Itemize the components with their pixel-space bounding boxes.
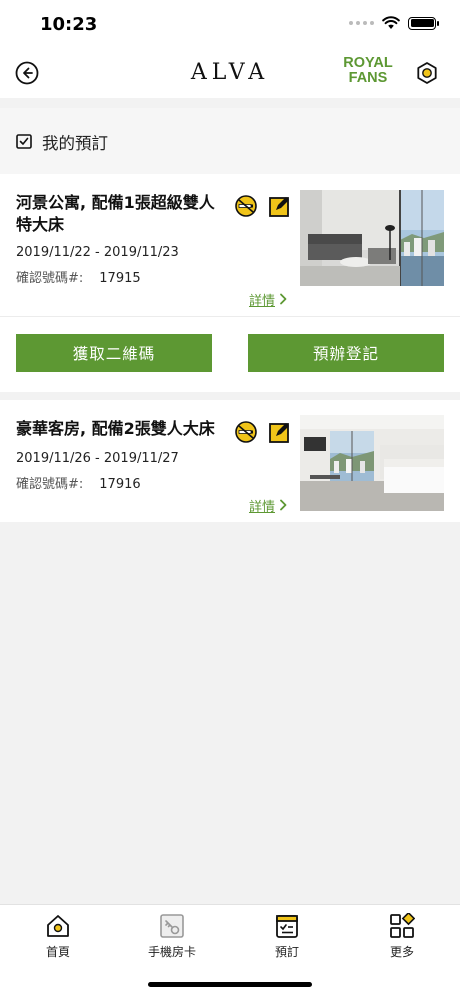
booking-icon xyxy=(276,915,298,938)
stay-dates: 2019/11/26 - 2019/11/27 xyxy=(16,451,179,466)
tab-more[interactable]: 更多 xyxy=(352,913,452,960)
confirmation-number: 17915 xyxy=(99,271,141,286)
room-feature-icons xyxy=(234,420,292,444)
royal-fans-logo[interactable]: ROYAL FANS xyxy=(338,56,398,86)
confirmation-row: 確認號碼#: 17915 xyxy=(16,267,141,286)
tab-booking[interactable]: 預訂 xyxy=(237,913,337,960)
booking-card[interactable]: 豪華客房, 配備2張雙人大床 2019/11/26 - 2019/11/27 確… xyxy=(0,400,460,522)
royal-fans-line2: FANS xyxy=(348,70,388,86)
booking-card[interactable]: 河景公寓, 配備1張超級雙人特大床 2019/11/22 - 2019/11/2… xyxy=(0,174,460,392)
confirmation-label: 確認號碼#: xyxy=(16,477,84,492)
stay-dates: 2019/11/22 - 2019/11/23 xyxy=(16,245,179,260)
no-smoking-icon xyxy=(235,421,257,443)
confirmation-number: 17916 xyxy=(99,477,141,492)
no-smoking-icon xyxy=(235,195,257,217)
wifi-icon xyxy=(382,16,400,29)
checkbox-calendar-icon xyxy=(16,134,32,149)
room-name: 豪華客房, 配備2張雙人大床 xyxy=(16,419,215,438)
tab-label: 預訂 xyxy=(274,945,299,959)
mobile-key-icon xyxy=(160,914,184,938)
tab-label: 更多 xyxy=(389,945,414,959)
confirmation-row: 確認號碼#: 17916 xyxy=(16,473,141,492)
settings-button[interactable] xyxy=(414,60,440,86)
confirmation-label: 確認號碼#: xyxy=(16,271,84,286)
royal-fans-line1: ROYAL xyxy=(343,55,393,71)
card-divider xyxy=(0,316,460,317)
signal-icon xyxy=(349,21,374,25)
tab-label: 首頁 xyxy=(45,945,70,959)
chevron-right-icon xyxy=(280,293,287,305)
tab-home[interactable]: 首頁 xyxy=(8,913,108,960)
my-bookings-title: 我的預訂 xyxy=(42,134,108,153)
home-indicator xyxy=(148,982,312,987)
edit-booking-icon[interactable] xyxy=(268,194,292,218)
details-link[interactable]: 詳情 xyxy=(249,496,275,515)
details-link[interactable]: 詳情 xyxy=(249,290,275,309)
status-bar: 10:23 xyxy=(0,0,460,46)
tab-label: 手機房卡 xyxy=(147,945,196,959)
battery-icon xyxy=(408,16,439,30)
status-time: 10:23 xyxy=(40,14,98,35)
pre-checkin-button[interactable]: 預辦登記 xyxy=(248,334,444,372)
room-feature-icons xyxy=(234,194,292,218)
my-bookings-header: 我的預訂 xyxy=(0,108,460,174)
edit-booking-icon[interactable] xyxy=(268,420,292,444)
more-icon xyxy=(390,913,415,938)
room-photo[interactable] xyxy=(300,190,444,286)
room-photo[interactable] xyxy=(300,415,444,511)
tab-mobile-key[interactable]: 手機房卡 xyxy=(122,913,222,960)
status-icons xyxy=(349,16,439,30)
get-qr-code-button[interactable]: 獲取二維碼 xyxy=(16,334,212,372)
room-name: 河景公寓, 配備1張超級雙人特大床 xyxy=(16,193,215,234)
app-header: ALVA ROYAL FANS xyxy=(0,46,460,98)
home-icon xyxy=(47,915,69,937)
chevron-right-icon xyxy=(280,499,287,511)
